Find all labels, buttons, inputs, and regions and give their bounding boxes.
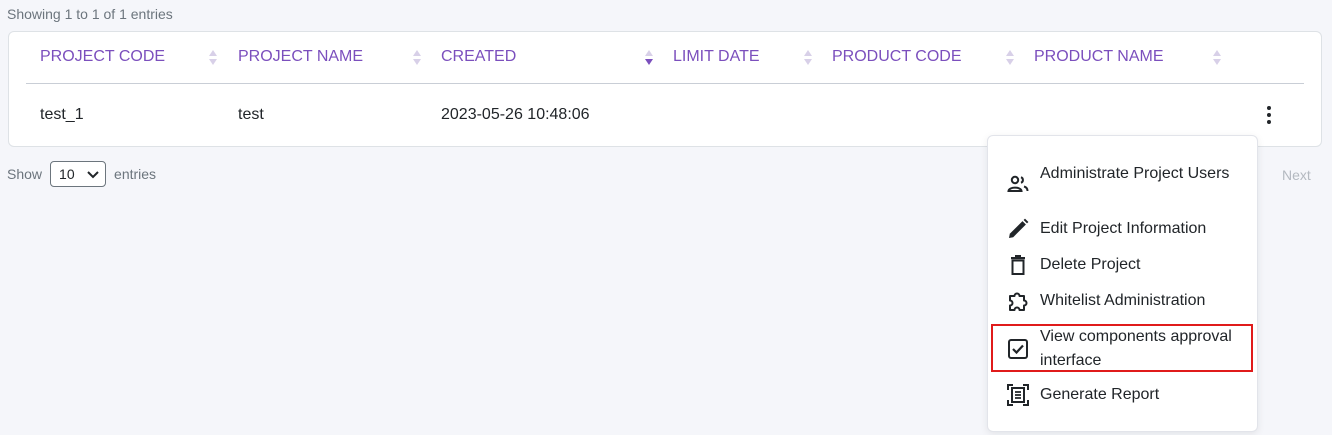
cell-project-name: test bbox=[238, 106, 264, 123]
menu-item-label: Edit Project Information bbox=[1040, 220, 1207, 237]
row-actions-menu: Administrate Project Users Edit Project … bbox=[987, 135, 1258, 432]
cell-project-code: test_1 bbox=[40, 106, 84, 123]
column-header-product-name[interactable]: PRODUCT NAME bbox=[1034, 48, 1164, 66]
report-icon bbox=[1007, 384, 1029, 406]
menu-item-edit-project[interactable]: Edit Project Information bbox=[988, 217, 1257, 241]
column-header-product-code[interactable]: PRODUCT CODE bbox=[832, 48, 962, 66]
menu-item-generate-report[interactable]: Generate Report bbox=[988, 383, 1257, 407]
show-label: Show bbox=[7, 166, 43, 182]
menu-item-delete-project[interactable]: Delete Project bbox=[988, 253, 1257, 277]
column-header-limit-date[interactable]: LIMIT DATE bbox=[673, 48, 760, 66]
sort-icon[interactable] bbox=[209, 50, 217, 66]
pencil-icon bbox=[1009, 218, 1029, 238]
menu-item-label: Whitelist Administration bbox=[1040, 292, 1206, 309]
trash-icon bbox=[1011, 255, 1025, 275]
puzzle-icon bbox=[1009, 292, 1028, 311]
table-info-top: Showing 1 to 1 of 1 entries bbox=[7, 6, 173, 22]
chevron-down-icon bbox=[87, 171, 99, 179]
menu-item-administrate-users[interactable]: Administrate Project Users bbox=[988, 162, 1257, 210]
sort-desc-icon[interactable] bbox=[645, 50, 653, 66]
length-control: Show 10 entries bbox=[7, 161, 156, 187]
column-header-created[interactable]: CREATED bbox=[441, 48, 516, 66]
users-icon bbox=[1007, 175, 1029, 192]
entries-select[interactable]: 10 bbox=[50, 161, 107, 187]
sort-icon[interactable] bbox=[804, 50, 812, 66]
sort-icon[interactable] bbox=[1213, 50, 1221, 66]
menu-item-label: Delete Project bbox=[1040, 256, 1141, 273]
projects-table: PROJECT CODE PROJECT NAME CREATED LIMIT … bbox=[8, 31, 1322, 147]
row-actions-kebab-icon[interactable] bbox=[1261, 104, 1277, 126]
menu-item-whitelist-administration[interactable]: Whitelist Administration bbox=[988, 289, 1257, 313]
entries-select-value: 10 bbox=[59, 166, 75, 182]
column-header-project-name[interactable]: PROJECT NAME bbox=[238, 48, 363, 66]
column-header-project-code[interactable]: PROJECT CODE bbox=[40, 48, 165, 66]
sort-icon[interactable] bbox=[413, 50, 421, 66]
sort-icon[interactable] bbox=[1006, 50, 1014, 66]
highlight-box bbox=[991, 324, 1253, 372]
menu-item-label: Generate Report bbox=[1040, 386, 1160, 403]
table-header-row: PROJECT CODE PROJECT NAME CREATED LIMIT … bbox=[26, 32, 1304, 84]
pagination-next-button[interactable]: Next bbox=[1282, 167, 1311, 183]
cell-created: 2023-05-26 10:48:06 bbox=[441, 106, 590, 123]
entries-label: entries bbox=[114, 166, 157, 182]
menu-item-label: Administrate Project Users bbox=[1040, 165, 1230, 182]
